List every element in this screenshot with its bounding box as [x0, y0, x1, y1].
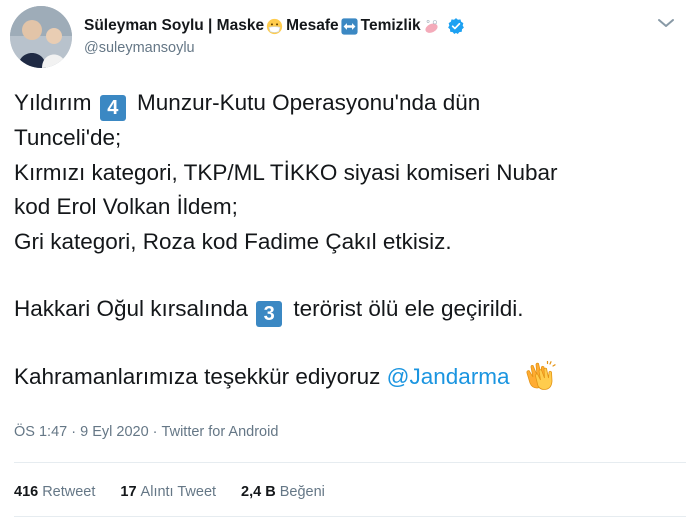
tweet-header: Süleyman Soylu | Maske Mesafe Temizlik @…: [10, 6, 465, 68]
keycap-four-icon: 4: [99, 95, 126, 121]
avatar[interactable]: [10, 6, 72, 68]
divider: [14, 516, 686, 517]
quote-count: 17: [120, 484, 137, 500]
quote-tweet-stat[interactable]: 17 Alıntı Tweet: [120, 484, 216, 500]
tweet-text-segment: Kahramanlarımıza teşekkür ediyoruz: [14, 364, 381, 389]
tweet-text-segment: Munzur-Kutu Operasyonu'nda dün: [137, 90, 481, 115]
user-handle[interactable]: @suleymansoylu: [84, 38, 465, 58]
more-options-icon[interactable]: [654, 16, 678, 30]
tweet-line: Tunceli'de;: [14, 125, 122, 150]
soap-icon: [423, 18, 440, 35]
tweet-text-segment: terörist ölü ele geçirildi.: [293, 296, 524, 321]
tweet-text-segment: Hakkari Oğul kırsalında: [14, 296, 248, 321]
retweet-count: 416: [14, 484, 39, 500]
tweet-meta: ÖS 1:47 · 9 Eyl 2020 · Twitter for Andro…: [14, 424, 278, 440]
verified-badge-icon: [447, 17, 465, 35]
display-name-text: Süleyman Soylu | Maske: [84, 17, 265, 34]
display-name-temizlik: Temizlik: [360, 17, 421, 34]
retweet-label: Retweet: [42, 484, 96, 500]
face-with-medical-mask-icon: [266, 18, 283, 35]
tweet-line: Gri kategori, Roza kod Fadime Çakıl etki…: [14, 228, 452, 254]
mention-link[interactable]: @Jandarma: [387, 364, 510, 389]
separator-dot: ·: [152, 424, 158, 441]
like-stat[interactable]: 2,4 B Beğeni: [241, 484, 325, 500]
like-label: Beğeni: [279, 484, 325, 500]
clapping-hands-icon: [524, 360, 556, 391]
separator-dot: ·: [71, 424, 77, 441]
tweet-text: Yıldırım 4 Munzur-Kutu Operasyonu'nda dü…: [14, 86, 684, 395]
divider: [14, 462, 686, 463]
tweet-line: kod Erol Volkan İldem;: [14, 194, 238, 219]
like-count: 2,4 B: [241, 484, 276, 500]
tweet-line: Kırmızı kategori, TKP/ML TİKKO siyasi ko…: [14, 159, 558, 185]
display-name[interactable]: Süleyman Soylu | Maske Mesafe Temizlik: [84, 16, 465, 36]
tweet-line: Yıldırım 4 Munzur-Kutu Operasyonu'nda dü…: [14, 86, 684, 121]
left-right-arrow-icon: [341, 17, 358, 35]
display-name-mesafe: Mesafe: [286, 17, 339, 34]
tweet-line: Hakkari Oğul kırsalında 3 terörist ölü e…: [14, 292, 684, 327]
tweet-source[interactable]: Twitter for Android: [162, 424, 279, 440]
retweet-stat[interactable]: 416 Retweet: [14, 484, 95, 500]
tweet-line: Kahramanlarımıza teşekkür ediyoruz @Jand…: [14, 360, 684, 395]
tweet-stats: 416 Retweet 17 Alıntı Tweet 2,4 B Beğeni: [14, 484, 350, 500]
tweet-text-segment: Yıldırım: [14, 90, 92, 115]
keycap-three-icon: 3: [256, 301, 283, 327]
quote-label: Alıntı Tweet: [140, 484, 217, 500]
tweet-date[interactable]: 9 Eyl 2020: [80, 424, 149, 440]
tweet-time[interactable]: ÖS 1:47: [14, 424, 67, 440]
